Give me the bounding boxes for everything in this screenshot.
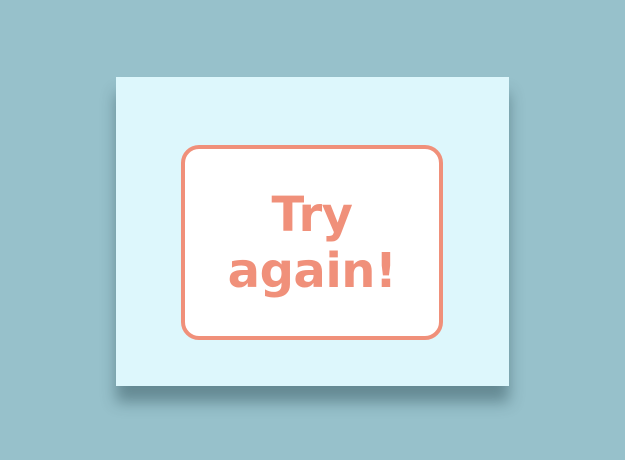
retry-dialog: Try again! (116, 77, 509, 386)
screen: Try again! (0, 0, 625, 460)
try-again-button[interactable]: Try again! (181, 145, 443, 340)
try-again-label-line-2: again! (227, 242, 397, 299)
try-again-label-line-1: Try (271, 186, 353, 243)
try-again-label: Try again! (228, 187, 397, 299)
